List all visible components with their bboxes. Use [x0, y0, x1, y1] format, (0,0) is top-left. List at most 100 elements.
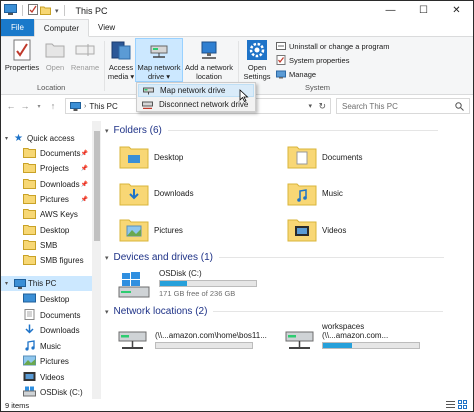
customize-qat-icon[interactable]: ▾ — [55, 7, 59, 15]
network-drive-icon — [117, 322, 149, 354]
sidebar-item-quick-access[interactable]: ▾ ★ Quick access — [1, 131, 92, 146]
folder-documents[interactable]: Documents — [287, 143, 362, 171]
back-arrow-icon[interactable]: ← — [4, 101, 18, 111]
sidebar-item-smb-figures[interactable]: SMB figures — [1, 253, 92, 268]
section-header-drives[interactable]: ▾ Devices and drives (1) — [105, 252, 444, 263]
chevron-down-icon[interactable]: ▾ — [105, 127, 109, 135]
divider — [219, 257, 444, 258]
scrollbar-thumb[interactable] — [94, 131, 100, 241]
map-network-drive-menu: Map network drive Disconnect network dri… — [136, 82, 256, 112]
content-pane: ▾ Folders (6) Desktop Documents Downloads M… — [105, 119, 473, 399]
chevron-down-icon[interactable]: ▾ — [105, 308, 109, 316]
system-properties-button[interactable]: System properties — [276, 55, 349, 65]
network-location-1[interactable]: (\\...amazon.com\home\bos11... — [117, 322, 267, 354]
item-count: 9 items — [5, 400, 30, 410]
open-folder-icon — [45, 43, 65, 58]
folder-downloads[interactable]: Downloads — [119, 180, 194, 208]
sidebar-item-desktop[interactable]: Desktop — [1, 223, 92, 238]
sidebar-item-smb[interactable]: SMB — [1, 238, 92, 253]
sidebar-item-label: SMB figures — [40, 256, 84, 266]
sidebar-item-aws-keys[interactable]: AWS Keys — [1, 207, 92, 222]
checklist-icon — [276, 55, 286, 65]
add-network-location-button[interactable]: Add a network location — [184, 39, 234, 81]
sidebar-item-osdisk-c-[interactable]: OSDisk (C:) — [1, 385, 92, 400]
map-network-drive-button[interactable]: Map network drive ▾ — [135, 38, 183, 82]
menu-item-map-network-drive[interactable]: Map network drive — [138, 84, 254, 97]
sidebar-item-label: Music — [40, 341, 61, 351]
properties-button[interactable]: Properties — [5, 39, 39, 72]
sidebar-item-documents[interactable]: Documents — [1, 308, 92, 323]
open-settings-button[interactable]: Open Settings — [241, 39, 273, 81]
rename-button[interactable]: Rename — [70, 39, 100, 72]
add-location-label-2: location — [196, 72, 222, 81]
manage-button[interactable]: Manage — [276, 69, 316, 79]
sidebar-item-music[interactable]: Music — [1, 339, 92, 354]
file-explorer-window: ▾ This PC — ☐ ✕ File Computer View Prope… — [0, 0, 474, 412]
rename-icon — [75, 44, 95, 56]
network-usage-bar — [322, 342, 420, 349]
uninstall-program-button[interactable]: Uninstall or change a program — [276, 41, 389, 51]
minimize-button[interactable]: — — [374, 1, 407, 20]
close-button[interactable]: ✕ — [440, 1, 473, 20]
address-path[interactable]: This PC — [89, 102, 117, 111]
folder-music[interactable]: Music — [287, 180, 343, 208]
recent-locations-icon[interactable]: ▾ — [32, 103, 46, 110]
tab-view[interactable]: View — [89, 19, 124, 36]
section-header-network[interactable]: ▾ Network locations (2) — [105, 306, 444, 317]
view-toggle — [446, 400, 467, 409]
drive-osdisk[interactable]: OSDisk (C:) 171 GB free of 236 GB — [117, 269, 257, 301]
sidebar-item-pictures[interactable]: Pictures — [1, 354, 92, 369]
sidebar-item-downloads[interactable]: Downloads — [1, 323, 92, 338]
new-folder-icon[interactable] — [40, 5, 51, 17]
sidebar-item-desktop[interactable]: Desktop — [1, 292, 92, 307]
sidebar-scrollbar[interactable] — [93, 121, 101, 399]
chevron-down-icon[interactable]: ▾ — [5, 280, 14, 287]
folder-pictures[interactable]: Pictures — [119, 216, 183, 244]
divider — [167, 130, 438, 131]
chevron-down-icon[interactable]: ▾ — [5, 135, 14, 142]
sidebar-item-projects[interactable]: Projects 📌 — [1, 161, 92, 176]
network-drive-icon — [143, 87, 154, 94]
maximize-button[interactable]: ☐ — [407, 1, 440, 20]
chevron-down-icon[interactable]: ▾ — [105, 254, 109, 262]
add-location-label-1: Add a network — [185, 63, 233, 72]
sidebar-item-documents[interactable]: Documents 📌 — [1, 146, 92, 161]
menu-item-disconnect-network-drive[interactable]: Disconnect network drive — [138, 98, 254, 111]
access-media-button[interactable]: Access media ▾ — [107, 39, 135, 81]
sidebar-item-pictures[interactable]: Pictures 📌 — [1, 192, 92, 207]
window-controls: — ☐ ✕ — [374, 1, 473, 20]
disconnect-drive-icon — [142, 101, 153, 109]
sidebar-item-videos[interactable]: Videos — [1, 370, 92, 385]
search-input[interactable]: Search This PC — [336, 98, 470, 114]
downloads-folder-icon — [23, 178, 36, 191]
forward-arrow-icon[interactable]: → — [18, 101, 32, 111]
tab-file[interactable]: File — [1, 19, 34, 36]
network-location-2[interactable]: workspaces (\\...amazon.com... — [284, 322, 420, 354]
network-name — [155, 322, 267, 331]
drive-name: OSDisk (C:) — [159, 269, 202, 278]
map-drive-label-1: Map network — [137, 63, 181, 72]
manage-label: Manage — [289, 69, 317, 79]
section-header-folders[interactable]: ▾ Folders (6) — [105, 125, 438, 136]
up-arrow-icon[interactable]: ↑ — [46, 101, 60, 111]
network-info: (\\...amazon.com\home\bos11... — [155, 322, 267, 354]
tab-computer[interactable]: Computer — [33, 19, 90, 37]
refresh-icon[interactable]: ↻ — [318, 101, 326, 112]
folder-desktop[interactable]: Desktop — [119, 143, 183, 171]
tiles-view-icon[interactable] — [458, 400, 467, 409]
open-button[interactable]: Open — [42, 39, 68, 72]
sidebar-item-this-pc[interactable]: ▾ This PC — [1, 276, 92, 291]
search-icon — [455, 101, 464, 111]
network-info: workspaces (\\...amazon.com... — [322, 322, 420, 354]
properties-icon[interactable] — [28, 4, 38, 17]
sidebar-item-label: Desktop — [40, 225, 70, 235]
details-view-icon[interactable] — [446, 400, 455, 409]
folder-folder-icon — [23, 208, 36, 221]
folder-videos[interactable]: Videos — [287, 216, 346, 244]
open-settings-label-1: Open — [247, 63, 267, 72]
folder-folder-icon — [23, 239, 36, 252]
properties-label: Properties — [4, 63, 40, 72]
search-placeholder: Search This PC — [342, 101, 398, 111]
address-dropdown-icon[interactable]: ▾ — [308, 102, 312, 110]
sidebar-item-downloads[interactable]: Downloads 📌 — [1, 177, 92, 192]
